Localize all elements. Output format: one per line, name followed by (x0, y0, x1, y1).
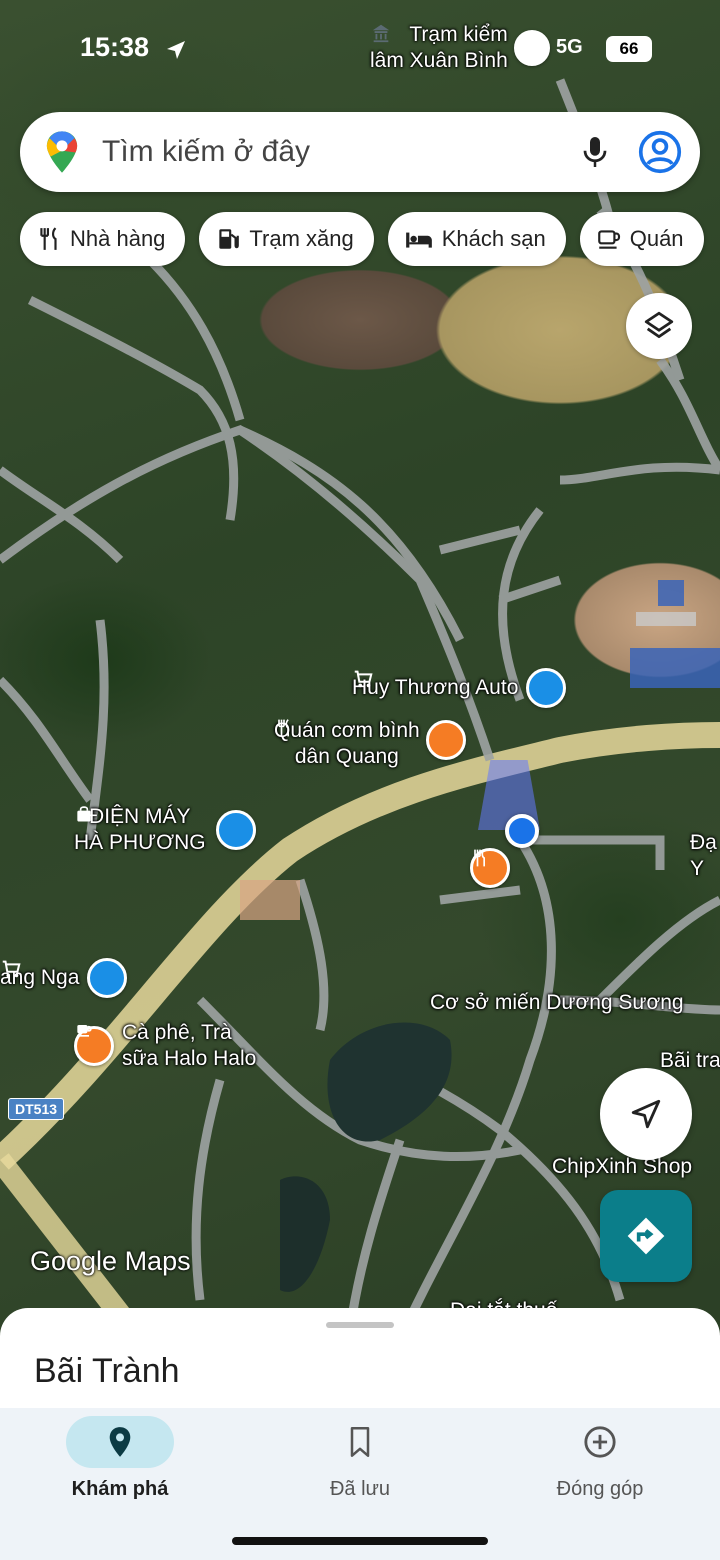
poi-halo-halo[interactable]: Cà phê, Trà sữa Halo Halo (74, 1020, 256, 1072)
poi-bai-tra[interactable]: Bãi tra (660, 1048, 720, 1074)
poi-edge-right[interactable]: Đạ Y (690, 830, 717, 882)
account-avatar-icon[interactable] (638, 130, 682, 174)
chip-hotels-label: Khách sạn (441, 226, 546, 251)
nav-contribute[interactable]: Đóng góp (520, 1416, 680, 1501)
poi-nga[interactable]: ang Nga (0, 958, 128, 998)
poi-mien-label: Cơ sở miến Dương Sương (430, 991, 684, 1014)
nav-saved[interactable]: Đã lưu (280, 1416, 440, 1501)
poi-dien-may[interactable]: ĐIỆN MÁY HÀ PHƯƠNG (74, 804, 256, 856)
sheet-title: Bãi Trành (34, 1352, 180, 1390)
gas-station-icon (219, 229, 240, 249)
chip-restaurants-label: Nhà hàng (70, 226, 166, 251)
bottom-sheet[interactable]: Bãi Trành (0, 1308, 720, 1418)
status-time: 15:38 (80, 32, 150, 62)
road-shield: DT513 (8, 1098, 65, 1120)
category-chips: Nhà hàng Trạm xăng Khách sạn Quán (20, 212, 704, 266)
microphone-icon[interactable] (580, 134, 610, 170)
restaurant-pin-icon (470, 848, 510, 888)
poi-quan-com[interactable]: Quán cơm bình dân Quang (274, 718, 466, 770)
search-bar[interactable]: Tìm kiếm ở đây (20, 112, 700, 192)
hotel-icon (405, 232, 432, 248)
add-circle-icon (584, 1426, 616, 1458)
my-location-dot (505, 814, 539, 848)
poi-mien-duong-suong[interactable]: Cơ sở miến Dương Sương (430, 990, 684, 1016)
cafe-icon (597, 230, 620, 249)
poi-halo-label: Cà phê, Trà sữa Halo Halo (122, 1021, 257, 1070)
location-arrow-icon (167, 41, 185, 59)
shopping-cart-icon (354, 668, 567, 708)
nav-contribute-label: Đóng góp (556, 1478, 644, 1500)
poi-quan-com-label: Quán cơm bình dân Quang (274, 719, 420, 768)
status-bar: 15:38 5G 66 (0, 30, 720, 70)
map-layers-button[interactable] (626, 293, 692, 359)
poi-auto-label: Huy Thương Auto (352, 676, 519, 699)
chip-gas-stations[interactable]: Trạm xăng (199, 212, 374, 266)
chip-hotels[interactable]: Khách sạn (387, 212, 566, 266)
google-maps-logo-icon (46, 131, 78, 173)
poi-chipxinh-label: ChipXinh Shop (552, 1155, 693, 1178)
shopping-cart-icon (2, 958, 128, 998)
chip-cafes[interactable]: Quán (579, 212, 704, 266)
signal-icon (520, 42, 542, 62)
coffee-cup-icon (74, 1025, 114, 1066)
my-location-button[interactable] (600, 1068, 692, 1160)
bookmark-icon (350, 1427, 370, 1457)
directions-button[interactable] (600, 1190, 692, 1282)
chip-restaurants[interactable]: Nhà hàng (20, 212, 186, 266)
home-indicator[interactable] (232, 1537, 488, 1545)
google-maps-watermark: Google Maps (30, 1246, 191, 1276)
poi-chipxinh[interactable]: ChipXinh Shop (552, 1154, 692, 1180)
nav-explore[interactable]: Khám phá (40, 1416, 200, 1501)
explore-pin-icon (109, 1427, 131, 1457)
poi-baitr-label: Bãi tra (660, 1049, 720, 1072)
poi-edge-label: Đạ Y (690, 831, 717, 880)
network-type: 5G (556, 36, 583, 58)
navigation-arrow-icon (631, 1099, 661, 1129)
nav-explore-label: Khám phá (71, 1478, 169, 1500)
poi-huy-thuong-auto[interactable]: Huy Thương Auto (352, 668, 567, 708)
restaurant-pin-icon (278, 719, 466, 760)
shopping-bag-icon (77, 806, 256, 850)
search-placeholder[interactable]: Tìm kiếm ở đây (102, 135, 580, 169)
sheet-drag-handle[interactable] (326, 1322, 394, 1328)
battery-indicator: 66 (606, 36, 652, 62)
layers-icon (644, 311, 674, 339)
chip-cafes-label: Quán (629, 226, 684, 251)
nav-saved-label: Đã lưu (329, 1478, 391, 1500)
chip-gas-label: Trạm xăng (249, 226, 354, 251)
poi-restaurant-2[interactable] (470, 848, 510, 888)
restaurant-icon (40, 227, 57, 250)
directions-icon (627, 1217, 665, 1255)
